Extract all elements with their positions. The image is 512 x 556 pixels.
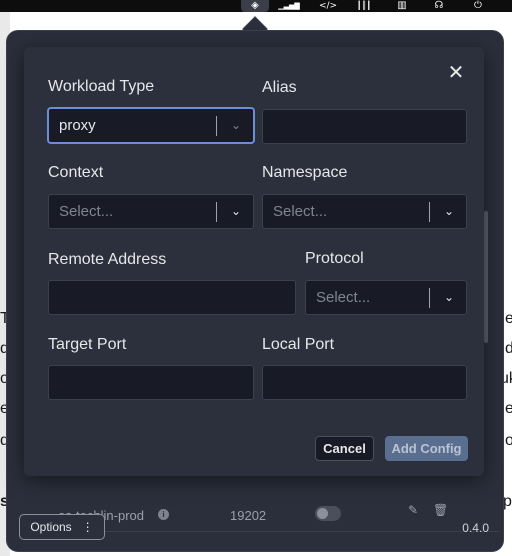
signal-bars-icon[interactable]: ▁▃▅▇	[277, 0, 301, 12]
broadcast-icon[interactable]: ☊	[429, 0, 449, 12]
edit-icon[interactable]: ✎	[408, 503, 418, 517]
config-row: es-techlin-prod i 19202 ✎ 🗑	[52, 501, 462, 529]
chevron-down-icon[interactable]: ⌄	[226, 200, 246, 222]
close-icon[interactable]: ✕	[445, 60, 467, 84]
namespace-placeholder: Select...	[273, 203, 328, 220]
version-label: 0.4.0	[462, 521, 489, 535]
row-divider	[52, 531, 500, 532]
config-port: 19202	[230, 507, 267, 523]
background-text: p	[503, 493, 512, 510]
options-label: Options	[30, 520, 72, 534]
options-button[interactable]: Options ⋮	[19, 514, 105, 540]
select-separator	[429, 202, 430, 222]
chevron-down-icon[interactable]: ⌄	[439, 286, 459, 308]
context-placeholder: Select...	[59, 203, 114, 220]
background-text: o	[505, 432, 512, 449]
background-text: e	[505, 310, 512, 327]
info-icon[interactable]: i	[158, 509, 169, 520]
audio-waveform-icon[interactable]: ┃║┃	[353, 0, 375, 12]
remote-address-input[interactable]	[48, 280, 296, 315]
select-separator	[216, 116, 217, 136]
power-icon[interactable]: ⏻	[468, 0, 488, 12]
context-select[interactable]: Select... ⌄	[48, 194, 254, 229]
alias-label: Alias	[262, 79, 297, 96]
local-port-label: Local Port	[262, 336, 335, 353]
context-label: Context	[48, 164, 104, 181]
add-config-button[interactable]: Add Config	[385, 436, 468, 461]
protocol-placeholder: Select...	[316, 289, 371, 306]
namespace-select[interactable]: Select... ⌄	[262, 194, 467, 229]
workload-type-label: Workload Type	[48, 78, 155, 95]
add-config-dialog: ✕ Workload Type proxy ⌄ Alias Context Se…	[24, 47, 484, 476]
remote-address-label: Remote Address	[48, 251, 167, 268]
config-toggle[interactable]	[315, 506, 341, 521]
chevron-down-icon[interactable]: ⌄	[439, 200, 459, 222]
local-port-input[interactable]	[262, 365, 467, 400]
workload-type-value: proxy	[59, 117, 96, 134]
code-shield-icon[interactable]: </>	[316, 0, 340, 12]
select-separator	[429, 288, 430, 308]
background-text: e	[505, 400, 512, 417]
protocol-label: Protocol	[305, 250, 364, 267]
app-status-icon[interactable]: ◈	[241, 0, 269, 12]
protocol-select[interactable]: Select... ⌄	[305, 280, 467, 315]
select-separator	[216, 202, 217, 222]
chevron-down-icon[interactable]: ⌄	[226, 114, 246, 136]
kebab-menu-icon: ⋮	[81, 520, 94, 534]
background-text: d	[505, 340, 512, 357]
window-layout-icon[interactable]: ▥	[392, 0, 412, 12]
namespace-label: Namespace	[262, 164, 348, 181]
workload-type-select[interactable]: proxy ⌄	[48, 108, 254, 143]
menu-bar: ◈ ▁▃▅▇ </> ┃║┃ ▥ ☊ ⏻	[0, 0, 512, 12]
target-port-input[interactable]	[48, 365, 254, 400]
scrollbar[interactable]	[484, 211, 488, 343]
cancel-button[interactable]: Cancel	[315, 436, 374, 461]
alias-input[interactable]	[262, 109, 467, 144]
delete-icon[interactable]: 🗑	[433, 503, 448, 517]
target-port-label: Target Port	[48, 336, 127, 353]
